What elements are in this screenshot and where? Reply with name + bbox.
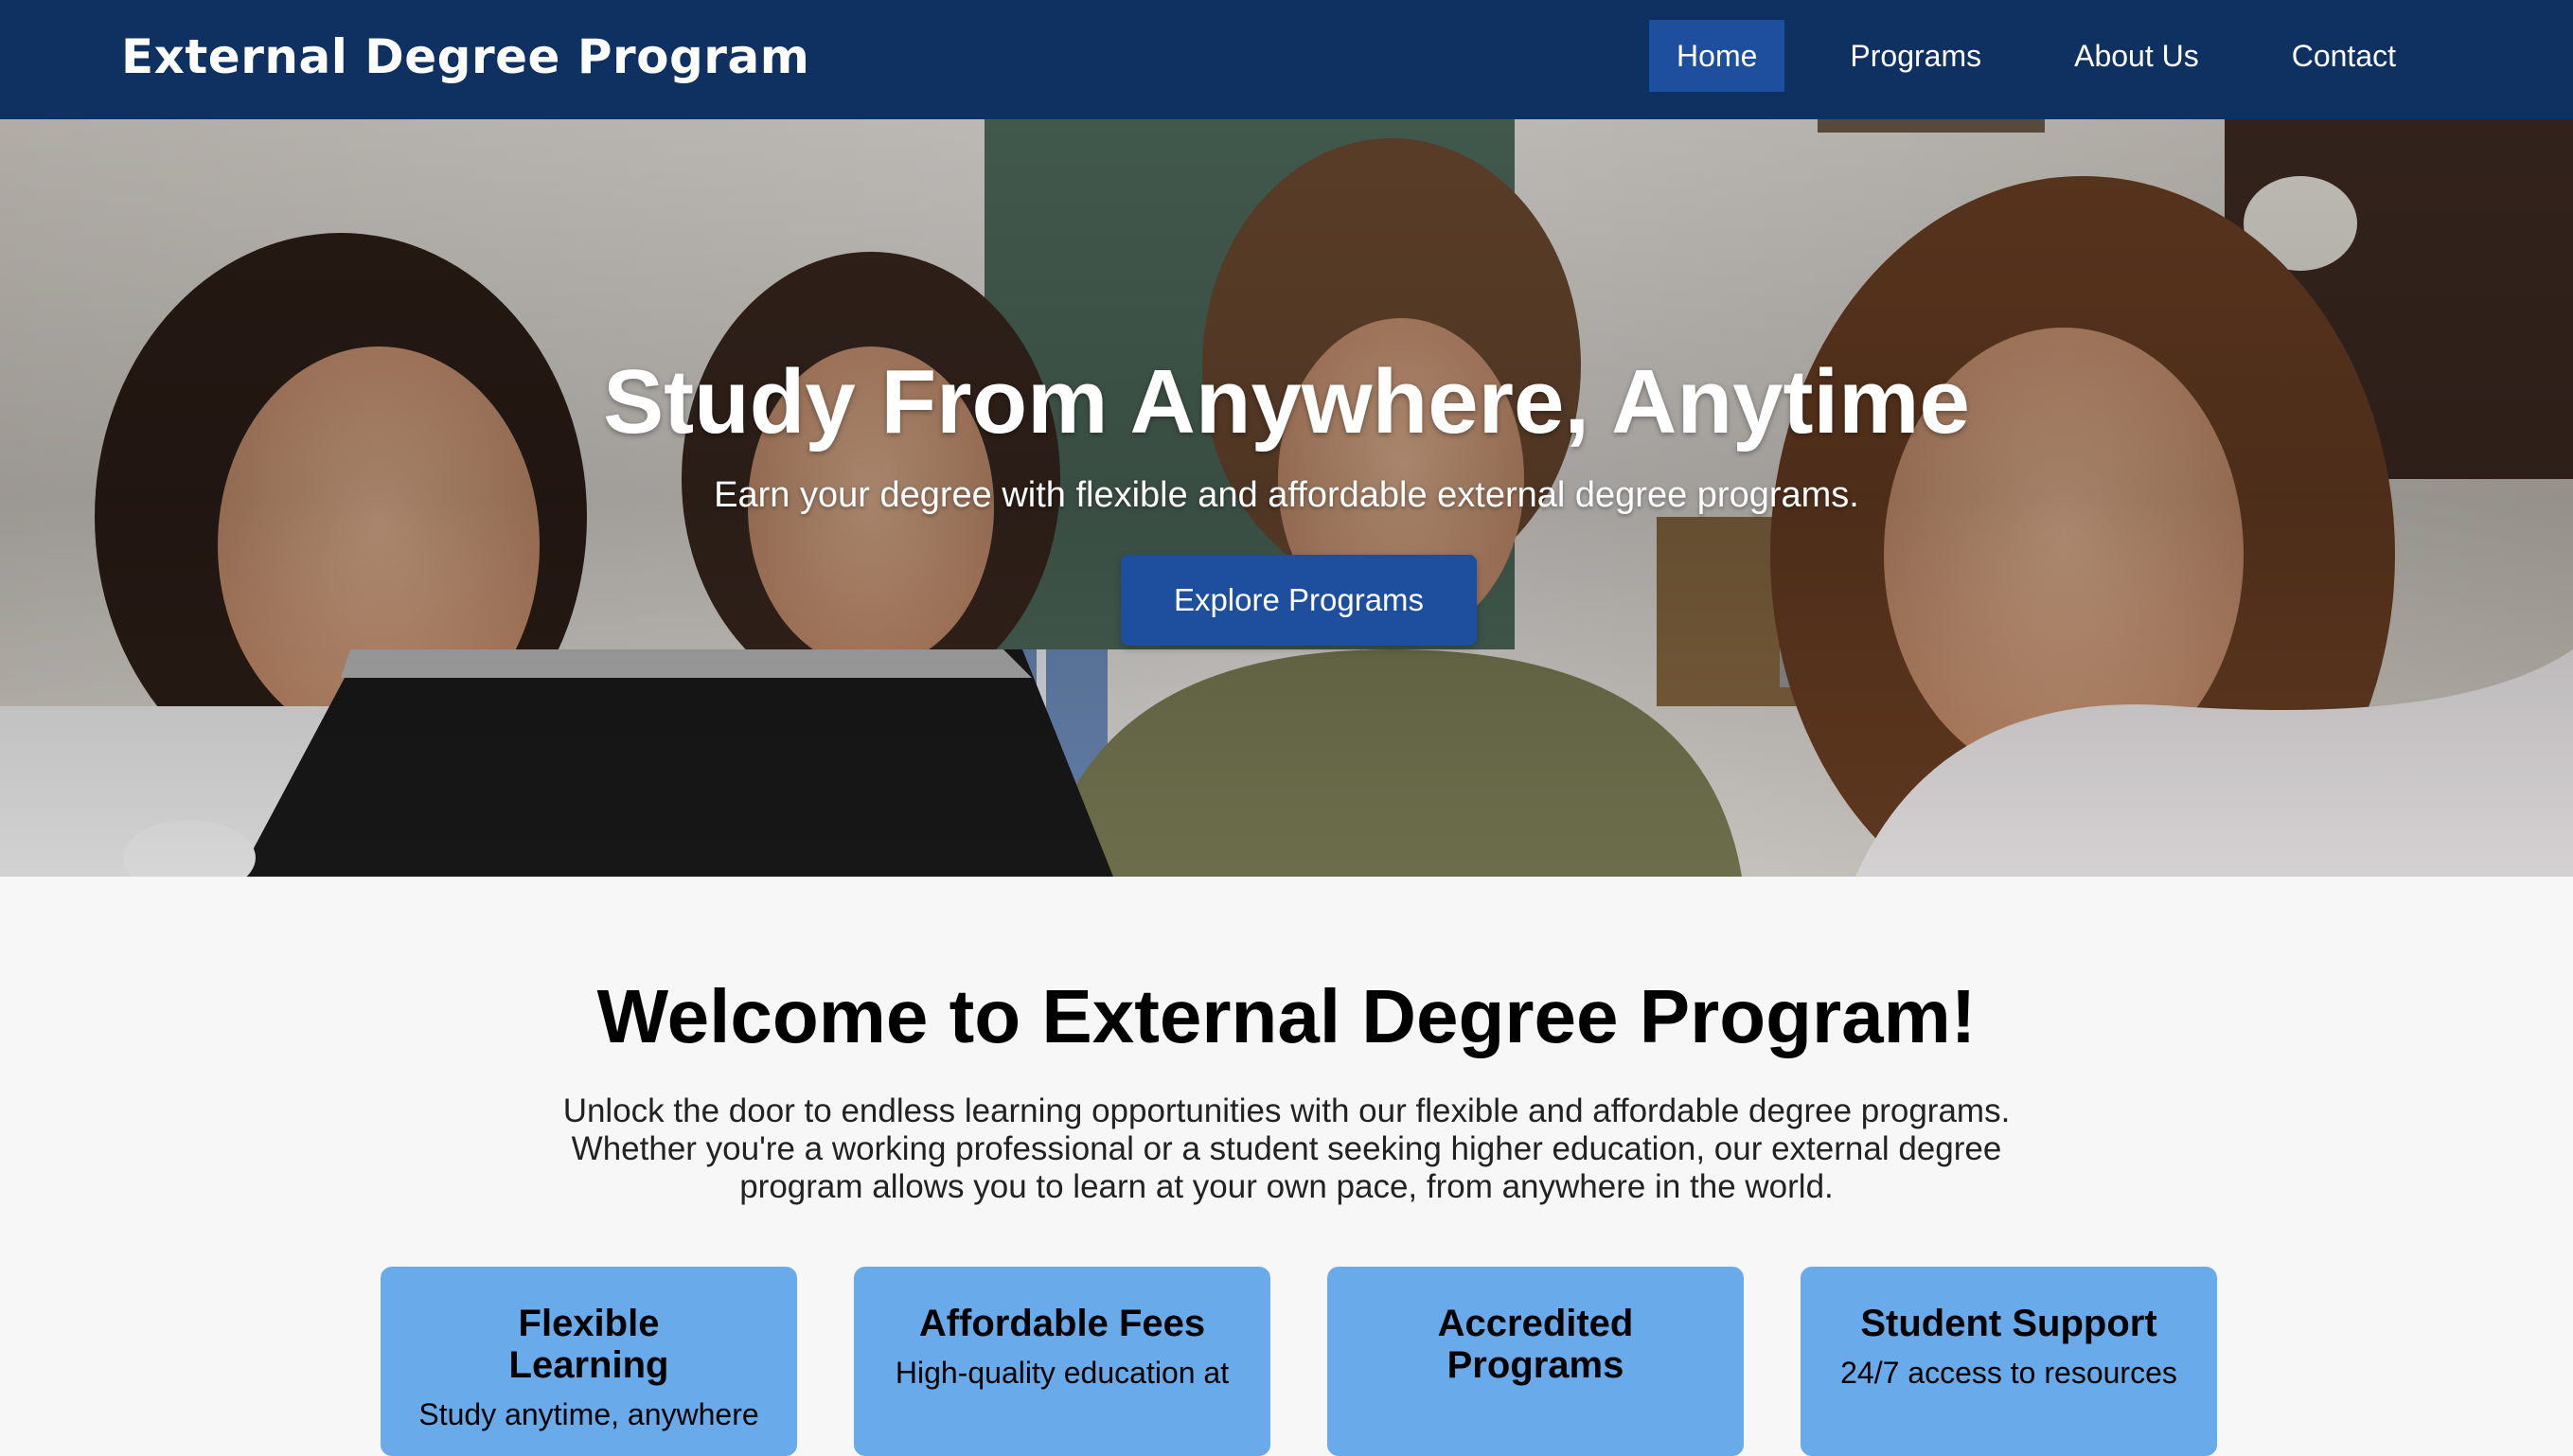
feature-title: Affordable Fees xyxy=(918,1303,1206,1344)
feature-title: Flexible Learning xyxy=(508,1303,669,1386)
site-brand[interactable]: External Degree Program xyxy=(121,27,809,87)
feature-card-flexible-learning[interactable]: Flexible Learning Study anytime, anywher… xyxy=(381,1267,797,1456)
feature-cards: Flexible Learning Study anytime, anywher… xyxy=(381,1267,2217,1456)
nav-link-contact[interactable]: Contact xyxy=(2264,20,2423,92)
hero-subtitle: Earn your degree with flexible and affor… xyxy=(714,475,1859,515)
feature-description: Study anytime, anywhere xyxy=(418,1397,759,1431)
hero-section: Study From Anywhere, Anytime Earn your d… xyxy=(0,119,2573,877)
feature-card-affordable-fees[interactable]: Affordable Fees High-quality education a… xyxy=(854,1267,1270,1456)
welcome-title: Welcome to External Degree Program! xyxy=(596,974,1977,1058)
nav-link-home[interactable]: Home xyxy=(1649,20,1785,92)
feature-card-student-support[interactable]: Student Support 24/7 access to resources xyxy=(1801,1267,2217,1456)
feature-title: Accredited Programs xyxy=(1437,1303,1634,1386)
welcome-section: Welcome to External Degree Program! Unlo… xyxy=(0,877,2573,1456)
welcome-text: Unlock the door to endless learning oppo… xyxy=(562,1092,2011,1205)
explore-programs-button[interactable]: Explore Programs xyxy=(1121,555,1477,646)
nav-link-about-us[interactable]: About Us xyxy=(2047,20,2227,92)
hero-title: Study From Anywhere, Anytime xyxy=(603,351,1970,453)
hero-content: Study From Anywhere, Anytime Earn your d… xyxy=(0,119,2573,877)
feature-description: High-quality education at xyxy=(895,1356,1230,1390)
feature-card-accredited-programs[interactable]: Accredited Programs xyxy=(1327,1267,1744,1456)
main-nav: Home Programs About Us Contact xyxy=(1649,20,2423,92)
feature-description: 24/7 access to resources xyxy=(1840,1356,2177,1390)
feature-title: Student Support xyxy=(1860,1303,2157,1344)
nav-link-programs[interactable]: Programs xyxy=(1822,20,2009,92)
top-navbar: External Degree Program Home Programs Ab… xyxy=(0,0,2573,119)
